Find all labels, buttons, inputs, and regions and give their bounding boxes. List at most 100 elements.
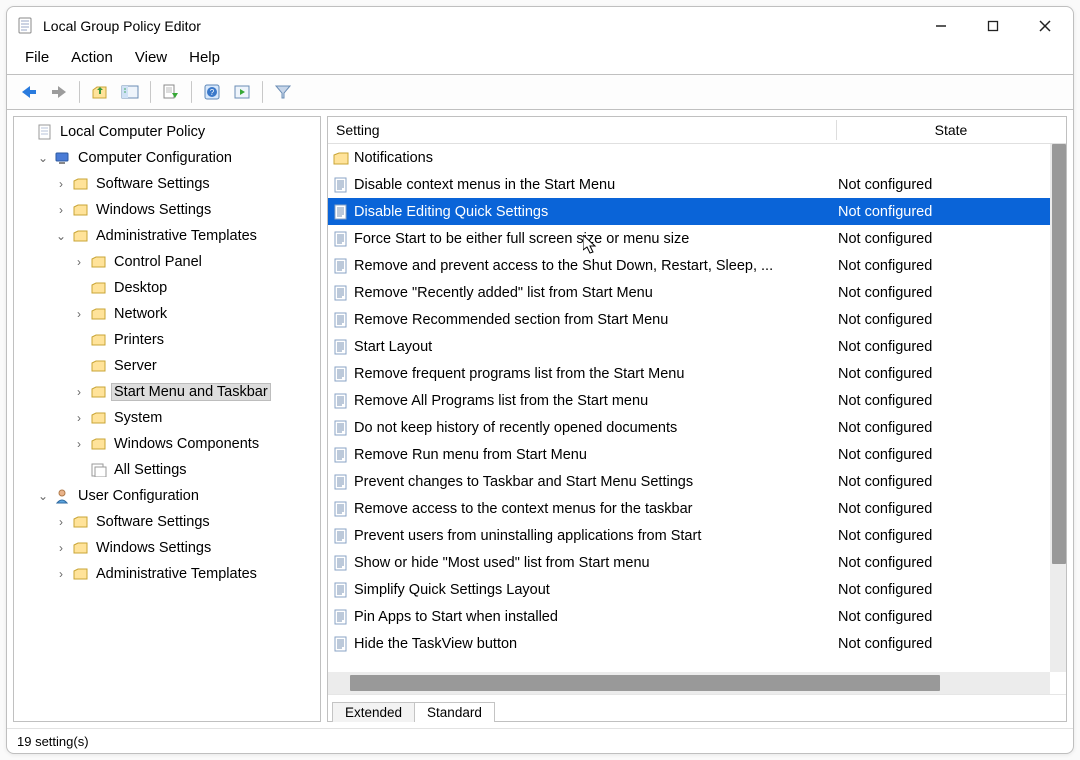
- list-item[interactable]: Remove access to the context menus for t…: [328, 495, 1050, 522]
- expand-icon[interactable]: ›: [72, 437, 86, 451]
- list-item-label: Remove access to the context menus for t…: [354, 501, 828, 517]
- col-state[interactable]: State: [836, 117, 1066, 143]
- list-item[interactable]: Do not keep history of recently opened d…: [328, 414, 1050, 441]
- expand-icon[interactable]: ›: [54, 567, 68, 581]
- computer-icon: [54, 150, 72, 166]
- maximize-button[interactable]: [971, 12, 1015, 40]
- col-setting[interactable]: Setting: [328, 117, 836, 143]
- list-item[interactable]: Pin Apps to Start when installedNot conf…: [328, 603, 1050, 630]
- list-item-label: Prevent changes to Taskbar and Start Men…: [354, 474, 828, 490]
- collapse-icon[interactable]: ⌄: [36, 489, 50, 503]
- policy-icon: [328, 366, 354, 382]
- list-item[interactable]: Hide the TaskView buttonNot configured: [328, 630, 1050, 657]
- expand-icon[interactable]: ›: [72, 307, 86, 321]
- settings-list[interactable]: NotificationsDisable context menus in th…: [328, 144, 1066, 694]
- menu-view[interactable]: View: [133, 47, 169, 68]
- tree-uc-admin-templates[interactable]: ›Administrative Templates: [18, 561, 318, 587]
- list-item-state: Not configured: [828, 204, 1050, 220]
- list-item[interactable]: Disable context menus in the Start MenuN…: [328, 171, 1050, 198]
- list-item-state: Not configured: [828, 285, 1050, 301]
- list-item-label: Do not keep history of recently opened d…: [354, 420, 828, 436]
- expand-icon[interactable]: ›: [54, 515, 68, 529]
- tree-computer-configuration[interactable]: ⌄Computer Configuration: [18, 145, 318, 171]
- window: Local Group Policy Editor File Action Vi…: [6, 6, 1074, 754]
- list-item[interactable]: Prevent changes to Taskbar and Start Men…: [328, 468, 1050, 495]
- list-item-label: Simplify Quick Settings Layout: [354, 582, 828, 598]
- tree-uc-windows-settings[interactable]: ›Windows Settings: [18, 535, 318, 561]
- tree-all-settings[interactable]: ›All Settings: [18, 457, 318, 483]
- back-button[interactable]: [15, 79, 43, 105]
- tree-pane[interactable]: ›Local Computer Policy ⌄Computer Configu…: [13, 116, 321, 722]
- tree-server[interactable]: ›Server: [18, 353, 318, 379]
- scrollbar-thumb[interactable]: [350, 675, 940, 691]
- menu-file[interactable]: File: [23, 47, 51, 68]
- tree-start-menu-taskbar[interactable]: ›Start Menu and Taskbar: [18, 379, 318, 405]
- tree-cc-admin-templates[interactable]: ⌄Administrative Templates: [18, 223, 318, 249]
- list-item-label: Remove frequent programs list from the S…: [354, 366, 828, 382]
- policy-icon: [328, 258, 354, 274]
- list-item[interactable]: Remove Run menu from Start MenuNot confi…: [328, 441, 1050, 468]
- tab-extended[interactable]: Extended: [332, 702, 414, 722]
- menu-help[interactable]: Help: [187, 47, 222, 68]
- policy-icon: [328, 636, 354, 652]
- list-item[interactable]: Remove and prevent access to the Shut Do…: [328, 252, 1050, 279]
- vertical-scrollbar[interactable]: [1050, 144, 1066, 672]
- expand-icon[interactable]: ›: [54, 177, 68, 191]
- list-item-label: Force Start to be either full screen siz…: [354, 231, 828, 247]
- list-item[interactable]: Force Start to be either full screen siz…: [328, 225, 1050, 252]
- folder-icon: [90, 385, 108, 399]
- tree-cc-software-settings[interactable]: ›Software Settings: [18, 171, 318, 197]
- collapse-icon[interactable]: ⌄: [54, 229, 68, 243]
- minimize-button[interactable]: [919, 12, 963, 40]
- tree-uc-software-settings[interactable]: ›Software Settings: [18, 509, 318, 535]
- list-item[interactable]: Remove frequent programs list from the S…: [328, 360, 1050, 387]
- expand-icon[interactable]: ›: [54, 541, 68, 555]
- tree-user-configuration[interactable]: ⌄User Configuration: [18, 483, 318, 509]
- tree-control-panel[interactable]: ›Control Panel: [18, 249, 318, 275]
- expand-icon[interactable]: ›: [72, 255, 86, 269]
- tree-windows-components[interactable]: ›Windows Components: [18, 431, 318, 457]
- tab-standard[interactable]: Standard: [414, 702, 495, 722]
- list-item[interactable]: Show or hide "Most used" list from Start…: [328, 549, 1050, 576]
- policy-icon: [328, 339, 354, 355]
- list-item[interactable]: Remove "Recently added" list from Start …: [328, 279, 1050, 306]
- separator-icon: [79, 81, 80, 103]
- list-item[interactable]: Start LayoutNot configured: [328, 333, 1050, 360]
- list-item-label: Remove Run menu from Start Menu: [354, 447, 828, 463]
- forward-button[interactable]: [45, 79, 73, 105]
- list-item[interactable]: Remove Recommended section from Start Me…: [328, 306, 1050, 333]
- list-item[interactable]: Remove All Programs list from the Start …: [328, 387, 1050, 414]
- list-item[interactable]: Disable Editing Quick SettingsNot config…: [328, 198, 1050, 225]
- tree-system[interactable]: ›System: [18, 405, 318, 431]
- help-button[interactable]: ?: [198, 79, 226, 105]
- export-list-button[interactable]: [157, 79, 185, 105]
- policy-icon: [328, 528, 354, 544]
- policy-icon: [328, 393, 354, 409]
- folder-icon: [72, 567, 90, 581]
- svg-text:?: ?: [210, 88, 215, 97]
- tree-printers[interactable]: ›Printers: [18, 327, 318, 353]
- expand-icon[interactable]: ›: [54, 203, 68, 217]
- filter-button[interactable]: [269, 79, 297, 105]
- folder-icon: [90, 437, 108, 451]
- up-folder-button[interactable]: [86, 79, 114, 105]
- list-folder[interactable]: Notifications: [328, 144, 1050, 171]
- expand-icon[interactable]: ›: [72, 385, 86, 399]
- list-item[interactable]: Simplify Quick Settings LayoutNot config…: [328, 576, 1050, 603]
- menu-action[interactable]: Action: [69, 47, 115, 68]
- expand-icon[interactable]: ›: [72, 411, 86, 425]
- tree-network[interactable]: ›Network: [18, 301, 318, 327]
- list-item[interactable]: Prevent users from uninstalling applicat…: [328, 522, 1050, 549]
- collapse-icon[interactable]: ⌄: [36, 151, 50, 165]
- horizontal-scrollbar[interactable]: [328, 672, 1050, 694]
- close-button[interactable]: [1023, 12, 1067, 40]
- scrollbar-thumb[interactable]: [1052, 144, 1066, 564]
- properties-button[interactable]: [228, 79, 256, 105]
- tree-cc-windows-settings[interactable]: ›Windows Settings: [18, 197, 318, 223]
- tree-root[interactable]: ›Local Computer Policy: [18, 119, 318, 145]
- show-hide-tree-button[interactable]: [116, 79, 144, 105]
- tree-desktop[interactable]: ›Desktop: [18, 275, 318, 301]
- app-icon: [17, 17, 35, 35]
- list-item-state: Not configured: [828, 312, 1050, 328]
- folder-icon: [90, 307, 108, 321]
